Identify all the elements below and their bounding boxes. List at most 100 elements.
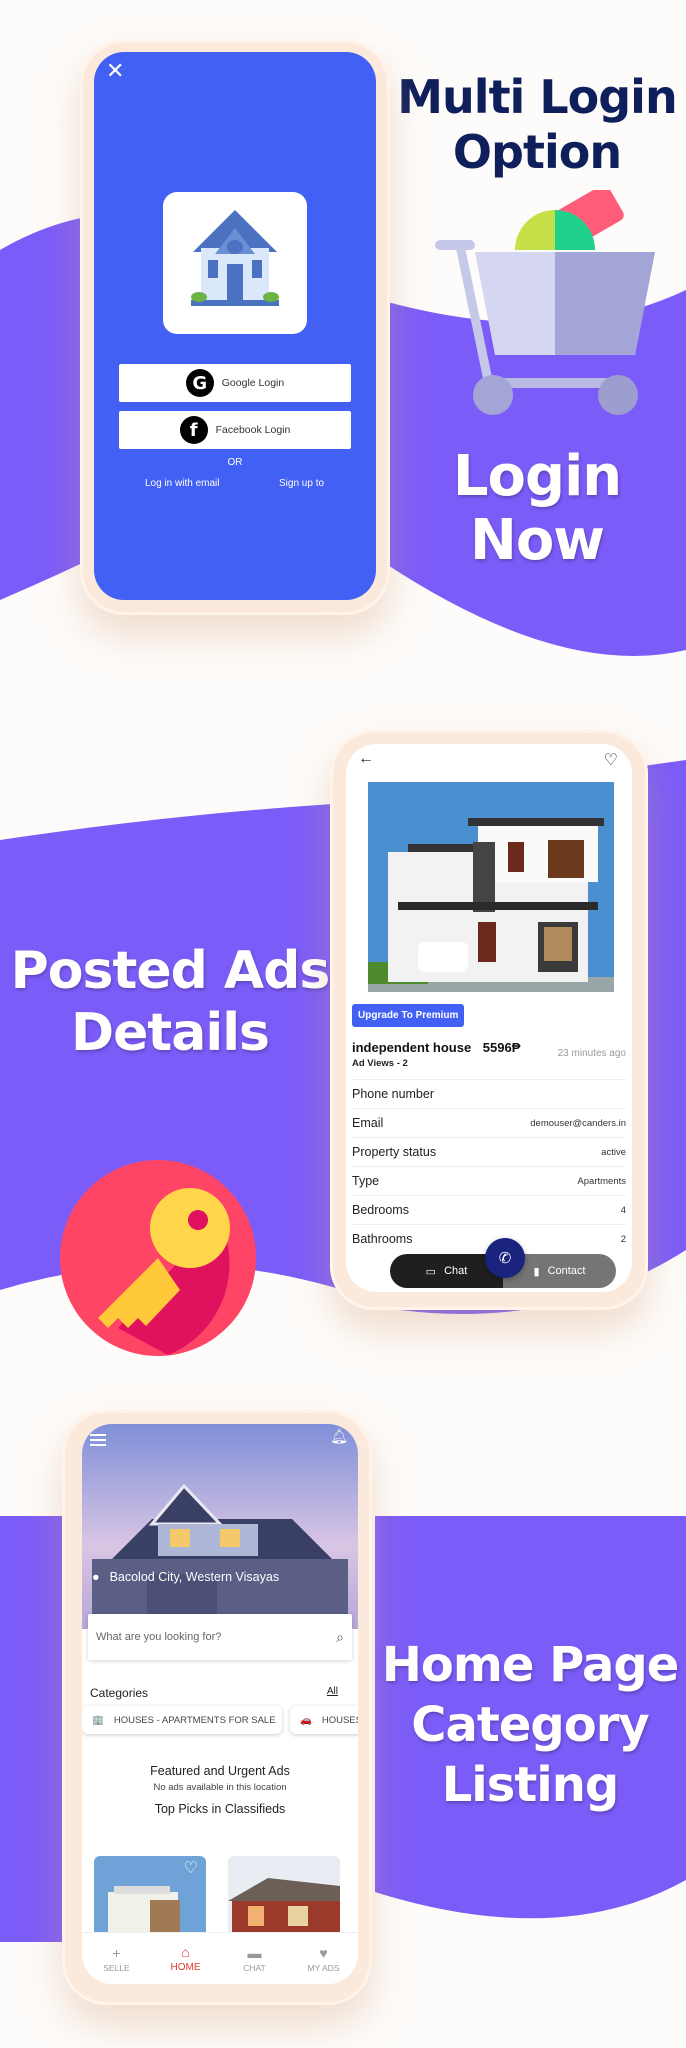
location-text: Bacolod City, Western Visayas — [109, 1570, 280, 1584]
headline-multi-login: Multi Login Option — [392, 70, 682, 180]
ad-title: independent house 5596₱ — [352, 1040, 520, 1055]
car-icon: 🚗 — [300, 1714, 312, 1726]
contact-card-icon: ▮ — [533, 1265, 540, 1278]
phone-mockup-details: ← ♡ Upgrade To Premium independent house… — [330, 730, 648, 1310]
home-page-promo-panel: Home Page Category Listing 🔔︎ ● Bacolod … — [0, 1380, 686, 2048]
row-label: Email — [352, 1116, 384, 1130]
headline-line: Listing — [441, 1757, 620, 1813]
phone-call-button[interactable]: ✆ — [485, 1238, 525, 1278]
heart-icon: ♥ — [319, 1944, 328, 1961]
search-input[interactable]: What are you looking for? ⌕ — [88, 1614, 352, 1660]
row-label: Bathrooms — [352, 1232, 413, 1246]
google-login-label: Google Login — [221, 377, 285, 389]
headline-line: Now — [469, 508, 605, 574]
key-icon — [60, 1160, 256, 1356]
house-logo-icon — [191, 210, 279, 306]
phone-mockup-home: 🔔︎ ● Bacolod City, Western Visayas What … — [62, 1410, 372, 2005]
facebook-icon: f — [179, 416, 208, 444]
row-value: Apartments — [577, 1175, 626, 1187]
nav-sell[interactable]: + SELLE — [82, 1933, 151, 1984]
headline-line: Multi Login — [397, 70, 677, 124]
detail-row-phone: Phone number — [352, 1079, 626, 1108]
google-login-button[interactable]: G Google Login — [119, 364, 351, 402]
shopping-cart-icon — [435, 190, 655, 415]
ad-views-count: Ad Views - 2 — [352, 1058, 408, 1069]
or-divider-text: OR — [227, 457, 243, 468]
headline-posted-ads: Posted Ads Details — [0, 940, 340, 1065]
ad-title-text: independent house — [352, 1040, 472, 1055]
close-icon[interactable]: ✕ — [106, 58, 124, 84]
row-value: demouser@canders.in — [530, 1117, 626, 1129]
category-label: HOUSES - APARTMENTS FOR SALE — [113, 1714, 276, 1726]
location-pin-icon: ● — [92, 1570, 100, 1584]
headline-home-page: Home Page Category Listing — [380, 1635, 680, 1815]
headline-line: Category — [411, 1697, 649, 1753]
nav-label: CHAT — [243, 1962, 266, 1973]
facebook-login-button[interactable]: f Facebook Login — [119, 411, 351, 449]
arrow-left-icon[interactable]: ← — [358, 750, 374, 768]
nav-label: SELLE — [103, 1962, 130, 1973]
chat-bubble-icon: ▭ — [425, 1265, 437, 1278]
row-label: Phone number — [352, 1087, 435, 1101]
detail-row-type: Type Apartments — [352, 1166, 626, 1195]
top-picks-title: Top Picks in Classifieds — [154, 1802, 286, 1816]
heart-icon[interactable]: ♡ — [184, 1858, 198, 1878]
phone-icon: ✆ — [498, 1250, 512, 1267]
ad-details-promo-panel: Posted Ads Details ← ♡ Upgrade To Premiu… — [0, 690, 686, 1380]
notification-bell-icon[interactable]: 🔔︎ — [330, 1428, 348, 1445]
category-chip[interactable]: 🏢 HOUSES - APARTMENTS FOR SALE — [82, 1706, 282, 1734]
menu-icon[interactable] — [90, 1434, 106, 1446]
posted-time: 23 minutes ago — [557, 1048, 626, 1059]
property-photo — [368, 782, 614, 992]
app-logo — [163, 192, 307, 334]
headline-line: Details — [71, 1003, 270, 1064]
categories-heading: Categories — [90, 1686, 149, 1700]
headline-login-now: Login Now — [392, 444, 682, 574]
upgrade-premium-button[interactable]: Upgrade To Premium — [352, 1004, 465, 1027]
facebook-login-label: Facebook Login — [215, 424, 291, 436]
ad-details-screen: ← ♡ Upgrade To Premium independent house… — [346, 744, 632, 1292]
row-value: 2 — [620, 1233, 626, 1245]
heart-icon[interactable]: ♡ — [604, 750, 618, 770]
detail-row-email: Email demouser@canders.in — [352, 1108, 626, 1137]
listing-photo — [228, 1856, 340, 1932]
row-label: Type — [352, 1174, 380, 1188]
nav-label: MY ADS — [307, 1962, 340, 1973]
search-placeholder: What are you looking for? — [96, 1631, 222, 1643]
bottom-navigation: + SELLE ⌂ HOME ▬ CHAT ♥ MY ADS — [82, 1932, 358, 1984]
nav-home[interactable]: ⌂ HOME — [151, 1933, 220, 1984]
category-chip[interactable]: 🚗 HOUSES — [290, 1706, 358, 1734]
phone-mockup-login: ✕ G Google Login f Facebook Login OR Log… — [80, 40, 390, 615]
search-icon[interactable]: ⌕ — [336, 1629, 344, 1646]
login-with-email-link[interactable]: Log in with email — [145, 478, 219, 489]
contact-label: Contact — [547, 1265, 586, 1277]
login-screen: ✕ G Google Login f Facebook Login OR Log… — [94, 52, 376, 600]
row-value: active — [601, 1146, 626, 1158]
nav-label: HOME — [170, 1962, 201, 1973]
login-promo-panel: Multi Login Option Login Now ✕ G Google … — [0, 0, 686, 690]
chat-icon: ▬ — [247, 1944, 262, 1961]
headline-line: Home Page — [381, 1637, 680, 1693]
home-icon: ⌂ — [181, 1944, 190, 1960]
nav-my-ads[interactable]: ♥ MY ADS — [289, 1933, 358, 1984]
headline-line: Posted Ads — [10, 941, 331, 1001]
chat-label: Chat — [444, 1265, 468, 1277]
category-label: HOUSES — [321, 1714, 358, 1726]
detail-row-status: Property status active — [352, 1137, 626, 1166]
nav-chat[interactable]: ▬ CHAT — [220, 1933, 289, 1984]
building-icon: 🏢 — [92, 1714, 104, 1726]
plus-icon: + — [112, 1944, 121, 1961]
listing-card[interactable]: ♡ — [94, 1856, 206, 1932]
location-label[interactable]: ● Bacolod City, Western Visayas — [92, 1570, 279, 1584]
categories-all-link[interactable]: All — [327, 1686, 338, 1697]
headline-line: Login — [452, 444, 622, 509]
detail-row-bedrooms: Bedrooms 4 — [352, 1195, 626, 1224]
sign-up-link[interactable]: Sign up to — [279, 478, 324, 489]
headline-line: Option — [452, 125, 622, 180]
hero-house-photo — [82, 1424, 358, 1629]
listing-card[interactable] — [228, 1856, 340, 1932]
row-value: 4 — [620, 1204, 626, 1216]
row-label: Property status — [352, 1145, 437, 1159]
featured-empty-text: No ads available in this location — [153, 1782, 287, 1793]
ad-price: 5596₱ — [482, 1040, 521, 1055]
